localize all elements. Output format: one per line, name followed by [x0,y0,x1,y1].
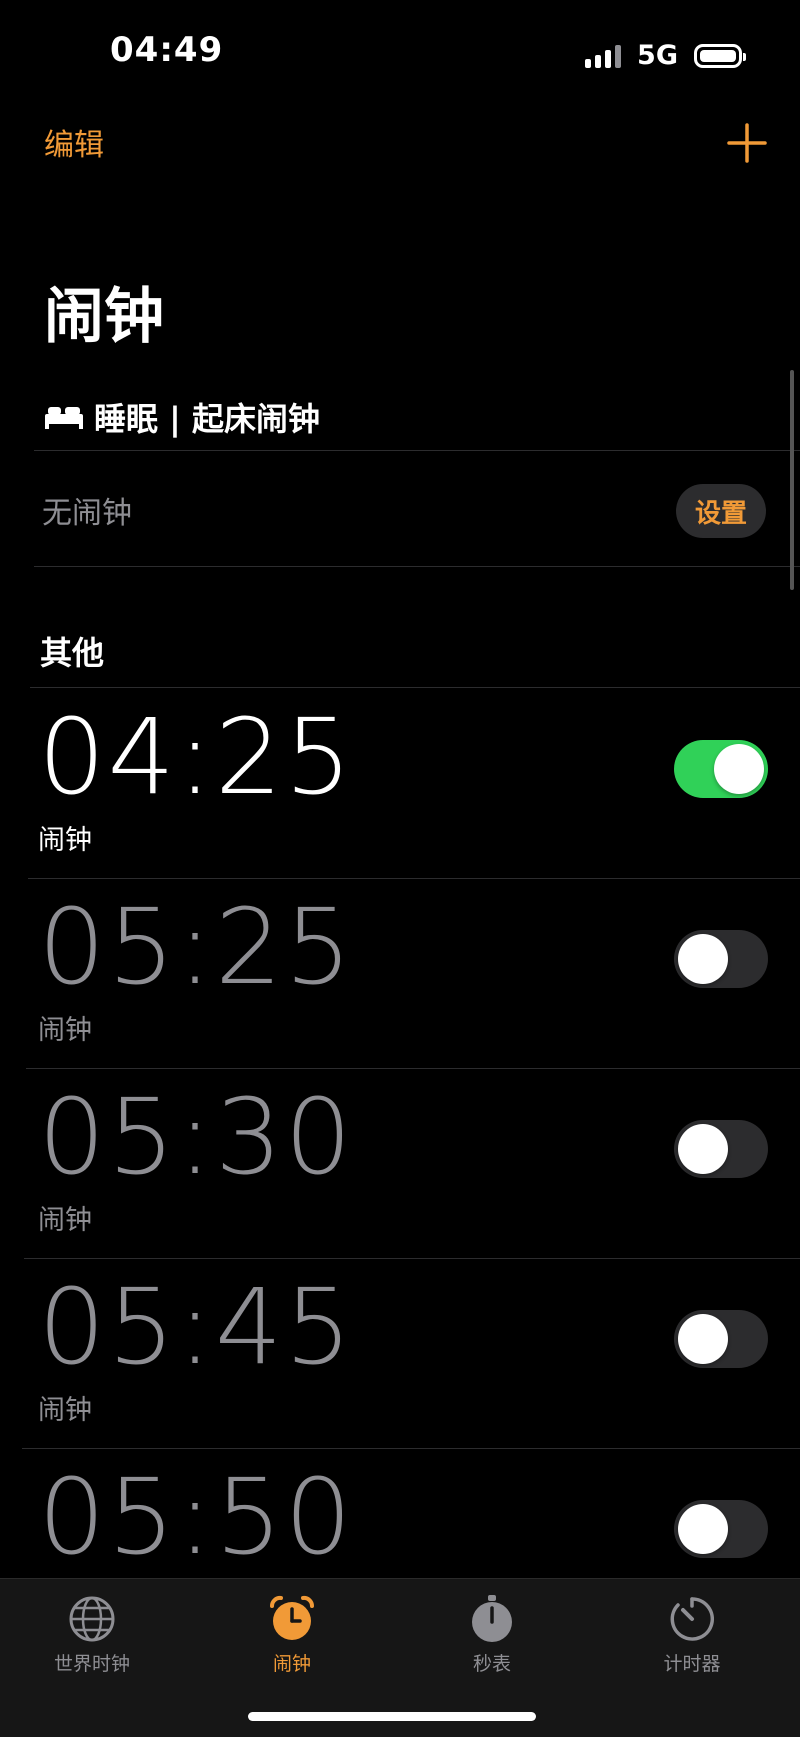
scroll-indicator[interactable] [790,370,794,590]
status-time: 04:49 [110,30,224,70]
alarm-toggle[interactable] [674,930,768,988]
status-bar: 04:49 5G [0,0,800,110]
section-other-label: 其他 [40,634,105,672]
alarm-time: 05:25 [38,886,354,1008]
timer-icon [670,1597,714,1641]
sleep-header-label: 睡眠 | 起床闹钟 [94,400,320,438]
alarm-time: 05:30 [38,1076,354,1198]
tab-stopwatch[interactable]: 秒表 [392,1593,592,1676]
alarm-label: 闹钟 [38,825,92,856]
status-indicators: 5G [585,40,746,71]
alarm-time: 05:50 [38,1456,354,1578]
divider [34,566,800,567]
alarm-toggle[interactable] [674,1120,768,1178]
alarm-label: 闹钟 [38,1015,92,1046]
edit-button[interactable]: 编辑 [44,120,104,164]
alarm-row[interactable]: 05:45 闹钟 [0,1260,800,1450]
tab-label: 计时器 [663,1653,721,1675]
alarm-time: 04:25 [38,696,354,818]
plus-icon[interactable] [726,122,768,164]
alarm-clock-icon [269,1595,315,1640]
divider [24,1258,800,1259]
tab-alarm[interactable]: 闹钟 [192,1593,392,1676]
globe-icon [69,1596,115,1642]
stopwatch-icon [472,1595,512,1642]
tab-label: 世界时钟 [53,1653,130,1675]
divider [26,1068,800,1069]
alarm-row[interactable]: 04:25 闹钟 [0,690,800,880]
alarm-toggle[interactable] [674,1500,768,1558]
alarm-row[interactable]: 05:30 闹钟 [0,1070,800,1260]
home-indicator[interactable] [248,1712,536,1721]
battery-icon [694,43,746,68]
signal-icon [585,44,622,68]
no-alarm-text: 无闹钟 [42,496,132,531]
tab-label: 秒表 [472,1653,511,1675]
alarm-toggle[interactable] [674,740,768,798]
tab-world-clock[interactable]: 世界时钟 [0,1593,192,1676]
alarm-toggle[interactable] [674,1310,768,1368]
divider [28,878,800,879]
tab-timer[interactable]: 计时器 [592,1593,792,1676]
alarm-label: 闹钟 [38,1205,92,1236]
alarm-row[interactable]: 05:25 闹钟 [0,880,800,1070]
network-type: 5G [637,40,678,71]
set-sleep-button[interactable]: 设置 [676,484,766,538]
sleep-section-header: 睡眠 | 起床闹钟 [44,394,320,440]
divider [22,1448,800,1449]
tab-label: 闹钟 [272,1653,311,1675]
divider [34,450,800,451]
divider [30,687,800,688]
page-title: 闹钟 [44,282,164,352]
alarm-label: 闹钟 [38,1395,92,1426]
bed-icon [45,407,83,429]
alarm-time: 05:45 [38,1266,354,1388]
